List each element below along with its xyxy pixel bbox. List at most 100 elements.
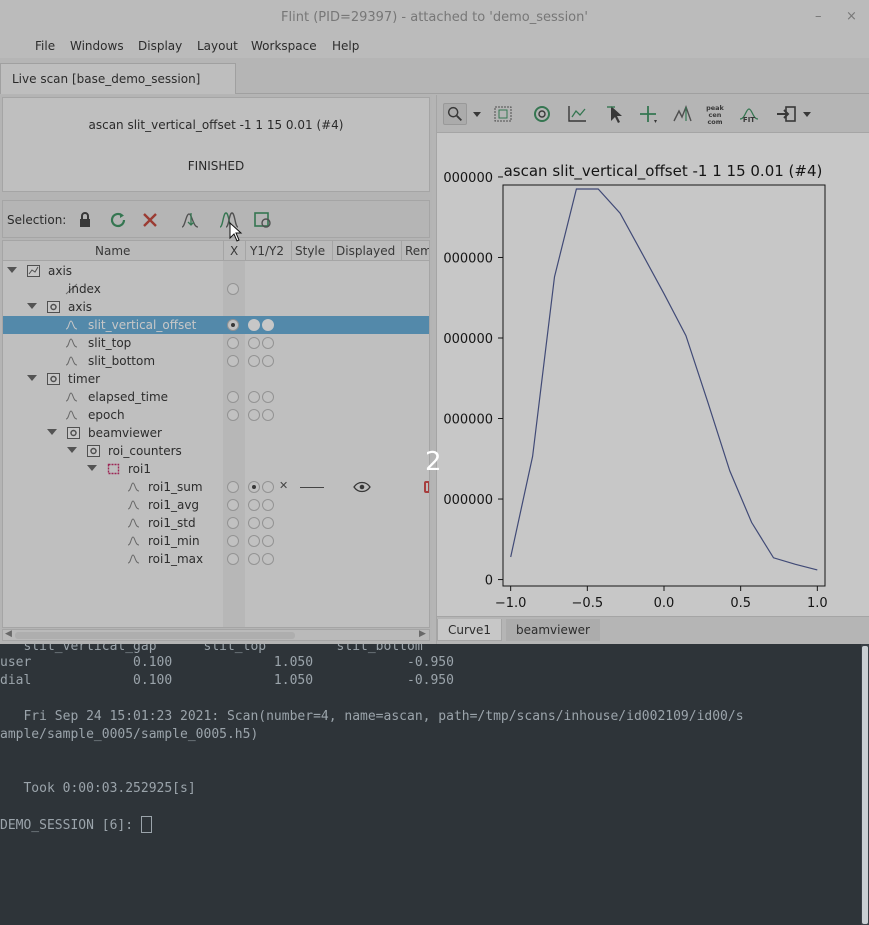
expand-arrow-icon[interactable] (67, 447, 77, 453)
y2-radio[interactable] (262, 535, 274, 547)
tree-row-slit-top[interactable]: slit_top (3, 334, 429, 352)
header-x[interactable]: X (230, 244, 238, 258)
expand-arrow-icon[interactable] (47, 429, 57, 435)
tab-live-scan[interactable]: Live scan [base_demo_session] (0, 63, 236, 94)
expand-arrow-icon[interactable] (7, 267, 17, 273)
tree-row-roi1-sum[interactable]: roi1_sum ✕ (3, 478, 429, 496)
header-style[interactable]: Style (295, 244, 325, 258)
tree-row-slit-bottom[interactable]: slit_bottom (3, 352, 429, 370)
autoscale-icon[interactable] (531, 103, 555, 125)
axes-icon[interactable] (565, 103, 589, 125)
terminal-prompt[interactable]: DEMO_SESSION [6]: (0, 816, 152, 835)
window-titlebar[interactable]: Flint (PID=29397) - attached to 'demo_se… (0, 0, 869, 36)
y1-radio[interactable] (248, 337, 260, 349)
tree-row-axis-device[interactable]: axis (3, 298, 429, 316)
y2-radio[interactable] (262, 391, 274, 403)
tree-row-elapsed-time[interactable]: elapsed_time (3, 388, 429, 406)
scroll-right-icon[interactable]: ▶ (419, 629, 426, 639)
y2-radio[interactable] (262, 553, 274, 565)
tree-row-timer[interactable]: timer (3, 370, 429, 388)
tree-row-axis-root[interactable]: axis (3, 262, 429, 280)
menu-layout[interactable]: Layout (197, 39, 238, 53)
curve-settings-icon[interactable] (252, 209, 274, 231)
peak-icon[interactable] (671, 103, 695, 125)
close-button[interactable]: × (846, 9, 857, 24)
fit-icon[interactable]: FIT (737, 103, 761, 125)
y2-radio[interactable] (262, 337, 274, 349)
tree-row-roi1-max[interactable]: roi1_max (3, 550, 429, 568)
remove-curve-icon[interactable] (424, 481, 429, 493)
expand-arrow-icon[interactable] (87, 465, 97, 471)
dropdown-icon[interactable] (470, 103, 484, 125)
tree-row-roi1[interactable]: roi1 (3, 460, 429, 478)
x-axis-radio[interactable] (227, 553, 239, 565)
x-axis-radio[interactable] (227, 391, 239, 403)
menu-workspace[interactable]: Workspace (251, 39, 317, 53)
zoom-icon[interactable] (443, 103, 467, 125)
pane-splitter[interactable] (432, 360, 435, 380)
clear-selection-icon[interactable] (139, 209, 161, 231)
header-displayed[interactable]: Displayed (336, 244, 395, 258)
header-y1y2[interactable]: Y1/Y2 (250, 244, 284, 258)
x-axis-radio[interactable] (227, 409, 239, 421)
menu-help[interactable]: Help (332, 39, 359, 53)
y1-radio[interactable] (248, 535, 260, 547)
tab-beamviewer[interactable]: beamviewer (506, 619, 600, 641)
expand-arrow-icon[interactable] (27, 303, 37, 309)
y1-radio[interactable] (248, 409, 260, 421)
menu-file[interactable]: File (35, 39, 55, 53)
tree-row-epoch[interactable]: epoch (3, 406, 429, 424)
tree-row-roi-counters[interactable]: roi_counters (3, 442, 429, 460)
displayed-eye-icon[interactable] (353, 481, 371, 493)
tree-horizontal-scrollbar[interactable]: ◀ ▶ (2, 629, 430, 641)
y1-radio[interactable] (248, 391, 260, 403)
minimize-button[interactable]: – (815, 9, 822, 24)
header-name[interactable]: Name (95, 244, 130, 258)
y1-radio[interactable] (248, 355, 260, 367)
x-axis-radio[interactable] (227, 337, 239, 349)
scroll-left-icon[interactable]: ◀ (5, 629, 12, 639)
y1-radio[interactable] (248, 499, 260, 511)
tree-row-roi1-avg[interactable]: roi1_avg (3, 496, 429, 514)
y2-radio[interactable] (262, 319, 274, 331)
x-axis-radio[interactable] (227, 535, 239, 547)
x-axis-radio[interactable] (227, 319, 239, 331)
tree-row-slit-vertical-offset[interactable]: slit_vertical_offset (3, 316, 429, 334)
series-line[interactable] (510, 188, 818, 571)
select-curve-icon[interactable] (179, 209, 201, 231)
export-icon[interactable] (775, 103, 815, 125)
refresh-icon[interactable] (107, 209, 129, 231)
pointer-icon[interactable] (603, 103, 627, 125)
x-axis-radio[interactable] (227, 517, 239, 529)
menu-display[interactable]: Display (138, 39, 182, 53)
x-axis-radio[interactable] (227, 283, 239, 295)
tree-row-roi1-std[interactable]: roi1_std (3, 514, 429, 532)
x-axis-radio[interactable] (227, 481, 239, 493)
lock-icon[interactable] (74, 209, 96, 231)
header-remove[interactable]: Rem (405, 244, 429, 258)
x-axis-radio[interactable] (227, 499, 239, 511)
y2-radio[interactable] (262, 355, 274, 367)
peak-cen-com-icon[interactable]: peakcencom (703, 103, 727, 125)
scan-curve-chart[interactable]: ascan slit_vertical_offset -1 1 15 0.01 … (437, 133, 869, 616)
y2-radio[interactable] (262, 499, 274, 511)
y2-radio[interactable] (262, 409, 274, 421)
y2-radio[interactable] (262, 517, 274, 529)
menu-windows[interactable]: Windows (70, 39, 124, 53)
y1-radio[interactable] (248, 553, 260, 565)
reset-zoom-icon[interactable] (491, 103, 515, 125)
x-axis-radio[interactable] (227, 355, 239, 367)
y1-radio[interactable] (248, 517, 260, 529)
scroll-thumb[interactable] (15, 632, 295, 639)
terminal-window[interactable]: slit_vertical_gap slit_top slit_bottom u… (0, 639, 869, 925)
tree-row-roi1-min[interactable]: roi1_min (3, 532, 429, 550)
terminal-scrollbar[interactable] (861, 644, 869, 925)
y2-radio[interactable] (262, 481, 274, 493)
crosshair-icon[interactable] (637, 103, 661, 125)
plot-area[interactable]: ascan slit_vertical_offset -1 1 15 0.01 … (437, 133, 869, 616)
y1-radio[interactable] (248, 481, 260, 493)
tab-curve1[interactable]: Curve1 (437, 619, 503, 641)
curve-style-line[interactable] (300, 487, 324, 488)
y1-radio[interactable] (248, 319, 260, 331)
tree-row-beamviewer[interactable]: beamviewer (3, 424, 429, 442)
